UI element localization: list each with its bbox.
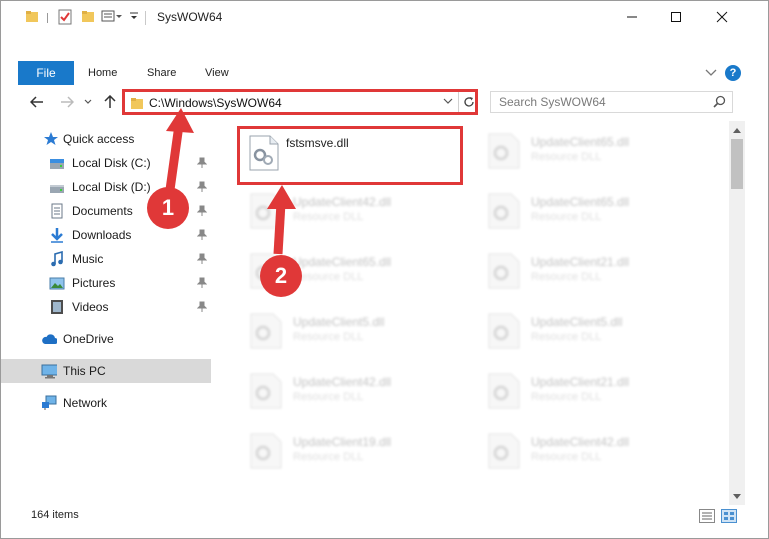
step-badge-2: 2 [260, 255, 302, 297]
arrow-1-head [166, 108, 194, 133]
arrow-2-head [267, 185, 296, 209]
arrow-2 [273, 202, 286, 255]
explorer-window: SysWOW64 File Home Share View ? C:\Windo… [0, 0, 769, 539]
annotation-arrows [164, 108, 296, 255]
step-badge-1: 1 [147, 187, 189, 229]
